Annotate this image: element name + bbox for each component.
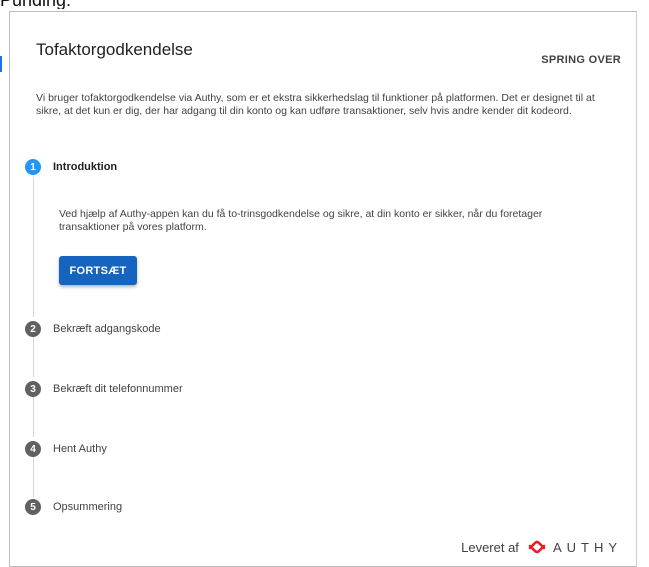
page-header: Punding: bbox=[0, 0, 200, 9]
step-connector bbox=[33, 457, 34, 497]
powered-by-footer: Leveret af AUTHY bbox=[461, 539, 622, 555]
step-number: 2 bbox=[25, 321, 41, 337]
step-bekraeft-telefonnummer[interactable]: 3 Bekræft dit telefonnummer bbox=[25, 381, 183, 397]
step-connector bbox=[33, 337, 34, 377]
left-accent-bar bbox=[0, 56, 2, 72]
step-introduktion[interactable]: 1 Introduktion bbox=[25, 159, 117, 175]
step-label: Opsummering bbox=[53, 501, 123, 513]
authy-logo-icon bbox=[527, 539, 547, 555]
step-number: 3 bbox=[25, 381, 41, 397]
dialog-title: Tofaktorgodkendelse bbox=[36, 40, 193, 59]
step-label: Introduktion bbox=[53, 161, 118, 173]
step-number: 4 bbox=[25, 441, 41, 457]
two-factor-dialog: Tofaktorgodkendelse SPRING OVER Vi bruge… bbox=[9, 11, 637, 567]
step-description: Ved hjælp af Authy-appen kan du få to-tr… bbox=[59, 208, 543, 233]
authy-brand-text: AUTHY bbox=[552, 539, 622, 555]
skip-button[interactable]: SPRING OVER bbox=[541, 54, 621, 66]
continue-button[interactable]: FORTSÆT bbox=[59, 256, 137, 285]
step-opsummering[interactable]: 5 Opsummering bbox=[25, 499, 122, 515]
step-label: Hent Authy bbox=[53, 443, 107, 455]
step-hent-authy[interactable]: 4 Hent Authy bbox=[25, 441, 107, 457]
step-number: 5 bbox=[25, 499, 41, 515]
step-label: Bekræft adgangskode bbox=[53, 323, 161, 335]
intro-text: Vi bruger tofaktorgodkendelse via Authy,… bbox=[36, 92, 595, 117]
step-label: Bekræft dit telefonnummer bbox=[53, 383, 183, 395]
step-bekraeft-adgangskode[interactable]: 2 Bekræft adgangskode bbox=[25, 321, 161, 337]
step-connector bbox=[33, 397, 34, 437]
step-connector bbox=[33, 177, 34, 317]
provided-by-label: Leveret af bbox=[461, 539, 519, 555]
step-number: 1 bbox=[25, 159, 41, 175]
